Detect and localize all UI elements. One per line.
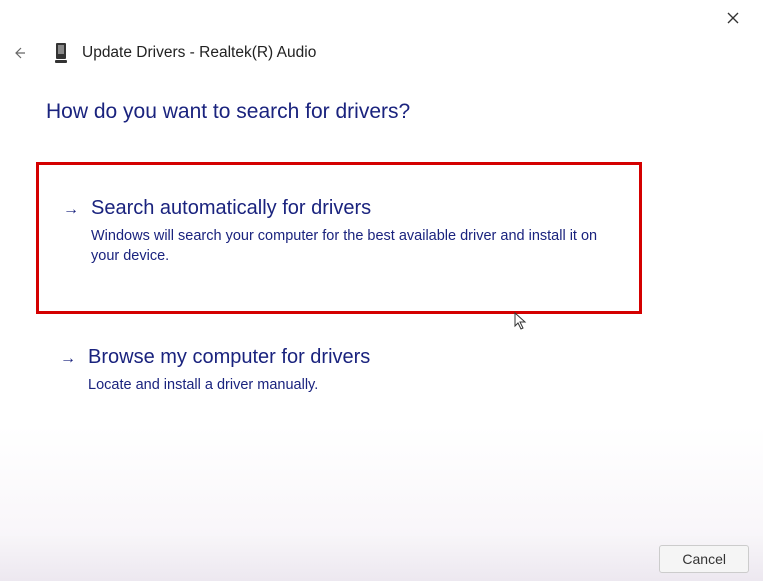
option-title: Browse my computer for drivers: [88, 346, 626, 369]
arrow-right-icon: →: [63, 201, 79, 219]
option-title: Search automatically for drivers: [91, 197, 619, 220]
window-header: Update Drivers - Realtek(R) Audio: [8, 42, 316, 64]
footer-bar: Cancel: [0, 536, 763, 581]
page-heading: How do you want to search for drivers?: [46, 100, 723, 124]
window-title: Update Drivers - Realtek(R) Audio: [82, 44, 316, 62]
content-area: How do you want to search for drivers? →…: [46, 100, 723, 427]
back-arrow-icon: [12, 46, 26, 60]
bottom-gradient: [0, 426, 763, 536]
option-text-group: Search automatically for drivers Windows…: [91, 197, 619, 267]
back-button[interactable]: [8, 42, 30, 64]
option-browse-computer[interactable]: → Browse my computer for drivers Locate …: [46, 328, 646, 413]
option-search-automatically[interactable]: → Search automatically for drivers Windo…: [36, 162, 642, 314]
arrow-right-icon: →: [60, 350, 76, 368]
close-button[interactable]: [721, 6, 745, 30]
option-description: Windows will search your computer for th…: [91, 226, 619, 267]
cancel-button[interactable]: Cancel: [659, 545, 749, 573]
option-description: Locate and install a driver manually.: [88, 375, 626, 395]
device-icon: [52, 42, 70, 64]
close-icon: [727, 12, 739, 24]
option-text-group: Browse my computer for drivers Locate an…: [88, 346, 626, 395]
